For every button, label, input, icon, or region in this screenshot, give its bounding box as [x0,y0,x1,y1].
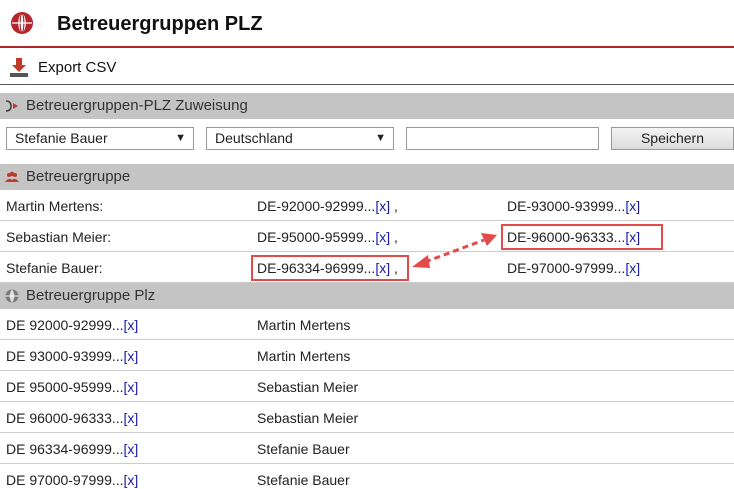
plz-cell: DE 96334-96999...[x] [6,441,138,457]
person-name: Martin Mertens [257,317,351,333]
plz-section-header: Betreuergruppe Plz [0,283,734,309]
group-name: Stefanie Bauer: [6,260,103,276]
save-button[interactable]: Speichern [611,127,734,150]
remove-link[interactable]: [x] [124,348,139,364]
table-row: DE 96334-96999...[x] Stefanie Bauer [0,433,734,464]
remove-link[interactable]: [x] [124,379,139,395]
plz-range: DE-92000-92999... [257,198,376,214]
group-section-label: Betreuergruppe [26,168,131,185]
remove-link[interactable]: [x] [124,472,139,488]
plz-range: DE 95000-95999... [6,379,124,395]
download-icon [10,58,28,77]
person-name: Stefanie Bauer [257,441,350,457]
person-select-value: Stefanie Bauer [15,130,108,146]
remove-link[interactable]: [x] [124,410,139,426]
plz-cell: DE 93000-93999...[x] [6,348,138,364]
toolbar: Export CSV [0,48,734,85]
plz-range: DE 96000-96333... [6,410,124,426]
plz-cell: DE 92000-92999...[x] [6,317,138,333]
plz-range: DE 97000-97999... [6,472,124,488]
table-row: Martin Mertens: DE-92000-92999...[x] , D… [0,190,734,221]
highlight-box [501,224,663,250]
table-row: DE 97000-97999...[x] Stefanie Bauer [0,464,734,489]
assign-form: Stefanie Bauer ▼ Deutschland ▼ Speichern [0,119,734,163]
plz-range: DE 92000-92999... [6,317,124,333]
plz-cell: DE 96000-96333...[x] [6,410,138,426]
person-name: Sebastian Meier [257,410,359,426]
country-select-value: Deutschland [215,130,293,146]
table-row: DE 93000-93999...[x] Martin Mertens [0,340,734,371]
group-name: Martin Mertens: [6,198,104,214]
plz-range: DE-95000-95999... [257,229,376,245]
assign-section-header: Betreuergruppen-PLZ Zuweisung [0,93,734,119]
title-bar: Betreuergruppen PLZ [0,0,734,48]
export-csv-label: Export CSV [38,58,117,76]
person-select[interactable]: Stefanie Bauer ▼ [6,127,194,150]
group-plz-cell: DE-95000-95999...[x] , [257,229,398,245]
table-row: DE 96000-96333...[x] Sebastian Meier [0,402,734,433]
plz-range: DE-97000-97999... [507,260,626,276]
remove-link[interactable]: [x] [625,260,640,276]
assign-arrow-icon [5,100,18,112]
globe-small-icon [5,289,19,303]
group-plz-cell: DE-92000-92999...[x] , [257,198,398,214]
person-name: Stefanie Bauer [257,472,350,488]
remove-link[interactable]: [x] [124,441,139,457]
remove-link[interactable]: [x] [625,198,640,214]
separator: , [393,229,398,245]
group-section-header: Betreuergruppe [0,164,734,190]
triangle-down-icon: ▼ [175,132,186,144]
page-title: Betreuergruppen PLZ [57,13,263,35]
triangle-down-icon: ▼ [375,132,386,144]
assign-section-label: Betreuergruppen-PLZ Zuweisung [26,97,248,114]
person-name: Sebastian Meier [257,379,359,395]
plz-range: DE 93000-93999... [6,348,124,364]
table-row: DE 92000-92999...[x] Martin Mertens [0,309,734,340]
group-plz-cell: DE-93000-93999...[x] [507,198,640,214]
remove-link[interactable]: [x] [375,229,390,245]
remove-link[interactable]: [x] [375,198,390,214]
plz-cell: DE 97000-97999...[x] [6,472,138,488]
export-csv-button[interactable]: Export CSV [8,56,116,78]
group-plz-cell: DE-97000-97999...[x] [507,260,640,276]
plz-range: DE 96334-96999... [6,441,124,457]
remove-link[interactable]: [x] [124,317,139,333]
separator: , [393,198,398,214]
plz-range: DE-93000-93999... [507,198,626,214]
globe-icon [11,12,33,34]
plz-input[interactable] [406,127,599,150]
person-name: Martin Mertens [257,348,351,364]
highlight-box [251,255,409,281]
table-row: DE 95000-95999...[x] Sebastian Meier [0,371,734,402]
plz-cell: DE 95000-95999...[x] [6,379,138,395]
group-name: Sebastian Meier: [6,229,112,245]
plz-section-label: Betreuergruppe Plz [26,287,156,304]
country-select[interactable]: Deutschland ▼ [206,127,394,150]
users-icon [5,171,19,182]
